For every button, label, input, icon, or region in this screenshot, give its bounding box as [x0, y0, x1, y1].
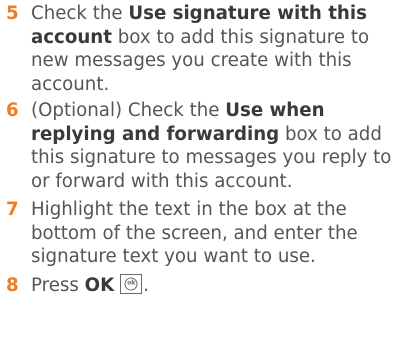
- ok-key-icon: ok: [120, 273, 143, 294]
- step-text: (Optional) Check the Use when replying a…: [31, 99, 405, 193]
- step-number: 8: [6, 274, 19, 296]
- ok-key-glyph: ok: [124, 277, 138, 290]
- step-text-pre: Check the: [31, 3, 129, 24]
- step-text: Check the Use signature with this accoun…: [31, 2, 405, 96]
- step-text-pre: (Optional) Check the: [31, 100, 226, 121]
- step-number: 7: [6, 199, 19, 220]
- step-8: 8 Press OK ok.: [0, 273, 411, 298]
- step-number: 6: [6, 100, 19, 121]
- step-number: 5: [6, 3, 19, 24]
- step-7: 7 Highlight the text in the box at the b…: [0, 198, 411, 269]
- instruction-steps: 5 Check the Use signature with this acco…: [0, 0, 411, 297]
- step-5: 5 Check the Use signature with this acco…: [0, 2, 411, 96]
- key-name: OK: [84, 274, 115, 296]
- step-text-pre: Press: [31, 274, 85, 296]
- step-text-post: .: [143, 274, 150, 296]
- step-6: 6 (Optional) Check the Use when replying…: [0, 99, 411, 193]
- step-text: Press OK ok.: [31, 273, 405, 298]
- step-text: Highlight the text in the box at the bot…: [31, 199, 358, 267]
